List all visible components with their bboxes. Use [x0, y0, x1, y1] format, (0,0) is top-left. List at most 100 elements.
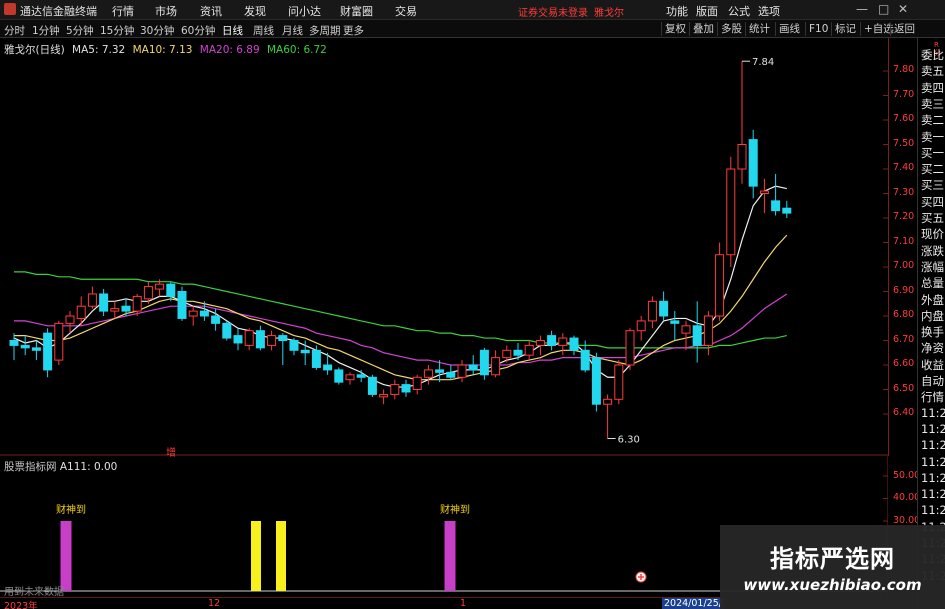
candle-down[interactable] — [692, 325, 702, 346]
signal-bar-magenta[interactable] — [60, 521, 72, 591]
candle-down[interactable] — [547, 335, 557, 346]
candle-down[interactable] — [311, 349, 321, 368]
candle-up[interactable] — [625, 330, 635, 366]
candle-down[interactable] — [580, 349, 590, 371]
trade-login-warning[interactable]: 证券交易未登录 — [518, 4, 588, 19]
candle-up[interactable] — [726, 168, 736, 256]
tool-adjust[interactable]: 复权 — [661, 22, 689, 36]
tool-draw-line[interactable]: 画线 — [775, 22, 803, 36]
quote-row-label[interactable]: 总量 — [921, 275, 944, 291]
quote-row-label[interactable]: 收益 — [921, 357, 944, 373]
signal-bar-yellow[interactable] — [276, 521, 286, 591]
candle-down[interactable] — [591, 357, 601, 405]
quote-row-label[interactable]: 11:2 — [921, 471, 945, 485]
quote-row-label[interactable]: 买四 — [921, 194, 944, 210]
period-weekly[interactable]: 周线 — [253, 23, 274, 38]
candle-down[interactable] — [233, 335, 243, 344]
period-60min[interactable]: 60分钟 — [181, 23, 215, 38]
candle-up[interactable] — [110, 308, 120, 312]
candle-up[interactable] — [267, 335, 277, 346]
quote-row-label[interactable]: 内盘 — [921, 308, 944, 324]
candle-up[interactable] — [614, 364, 624, 400]
candle-up[interactable] — [737, 144, 747, 170]
candle-up[interactable] — [491, 357, 501, 376]
candle-up[interactable] — [143, 286, 153, 300]
candle-up[interactable] — [65, 315, 75, 324]
period-30min[interactable]: 30分钟 — [140, 23, 174, 38]
candle-up[interactable] — [457, 364, 467, 378]
quote-row-label[interactable]: 自动 — [921, 373, 944, 389]
candle-down[interactable] — [43, 332, 53, 371]
period-5min[interactable]: 5分钟 — [66, 23, 94, 38]
menu-news[interactable]: 资讯 — [200, 3, 222, 19]
quote-row-label[interactable]: 买三 — [921, 177, 944, 193]
candle-down[interactable] — [166, 283, 176, 297]
quote-row-label[interactable]: 净资 — [921, 340, 944, 356]
candle-down[interactable] — [659, 300, 669, 317]
period-intraday[interactable]: 分时 — [4, 23, 25, 38]
tool-mark[interactable]: 标记 — [831, 22, 859, 36]
period-daily[interactable]: 日线 — [222, 23, 243, 38]
candlestick-chart[interactable]: 7.84 6.30 — [0, 38, 888, 456]
candle-down[interactable] — [435, 369, 445, 373]
candle-down[interactable] — [771, 200, 781, 212]
candle-down[interactable] — [446, 371, 456, 378]
candle-down[interactable] — [99, 293, 109, 312]
menu-trade[interactable]: 交易 — [395, 3, 417, 19]
quote-row-label[interactable]: 委比 — [921, 47, 944, 63]
quote-row-label[interactable]: 11:2 — [921, 422, 945, 436]
quote-row-label[interactable]: 11:2 — [921, 503, 945, 517]
candle-up[interactable] — [345, 374, 355, 381]
quote-row-label[interactable]: 行情 — [921, 389, 944, 405]
period-more[interactable]: 更多 — [343, 23, 364, 38]
minimize-button[interactable]: — — [856, 2, 868, 16]
period-15min[interactable]: 15分钟 — [100, 23, 134, 38]
candle-down[interactable] — [356, 374, 366, 378]
candle-down[interactable] — [199, 310, 209, 317]
candle-down[interactable] — [300, 349, 310, 354]
candle-up[interactable] — [244, 330, 254, 346]
menu-market[interactable]: 市场 — [155, 3, 177, 19]
menu-options[interactable]: 选项 — [758, 3, 780, 19]
menu-layout[interactable]: 版面 — [696, 3, 718, 19]
candle-up[interactable] — [87, 293, 97, 307]
candle-down[interactable] — [9, 340, 19, 346]
candle-up[interactable] — [412, 376, 422, 390]
quote-row-label[interactable]: 买二 — [921, 161, 944, 177]
candle-up[interactable] — [379, 393, 389, 398]
menu-discover[interactable]: 发现 — [244, 3, 266, 19]
quote-row-label[interactable]: 11:2 — [921, 455, 945, 469]
menu-ask-xiaoda[interactable]: 问小达 — [288, 3, 321, 19]
candle-down[interactable] — [782, 207, 792, 214]
candle-down[interactable] — [569, 337, 579, 351]
close-button[interactable]: ✕ — [898, 2, 908, 16]
quote-row-label[interactable]: 11:2 — [921, 487, 945, 501]
maximize-button[interactable]: □ — [878, 2, 889, 16]
quote-row-label[interactable]: 涨幅 — [921, 259, 944, 275]
tool-overlay[interactable]: 叠加 — [689, 22, 717, 36]
quote-row-label[interactable]: 买五 — [921, 210, 944, 226]
candle-down[interactable] — [479, 349, 489, 376]
quote-row-label[interactable]: 卖四 — [921, 80, 944, 96]
candle-down[interactable] — [278, 335, 288, 342]
candle-up[interactable] — [390, 384, 400, 395]
quote-row-label[interactable]: 换手 — [921, 324, 944, 340]
candle-up[interactable] — [76, 305, 86, 319]
candle-up[interactable] — [703, 315, 713, 346]
candle-up[interactable] — [715, 254, 725, 317]
quote-row-label[interactable]: 现价 — [921, 226, 944, 242]
candle-up[interactable] — [132, 295, 142, 312]
tool-back[interactable]: 返回 — [890, 22, 918, 36]
candle-up[interactable] — [524, 344, 534, 356]
candle-down[interactable] — [670, 320, 680, 324]
candle-up[interactable] — [558, 337, 568, 346]
candle-up[interactable] — [535, 340, 545, 346]
candle-up[interactable] — [423, 369, 433, 378]
candle-down[interactable] — [513, 349, 523, 356]
candle-down[interactable] — [367, 376, 377, 395]
candle-down[interactable] — [255, 330, 265, 349]
candle-up[interactable] — [502, 349, 512, 359]
menu-function[interactable]: 功能 — [666, 3, 688, 19]
tool-statistics[interactable]: 统计 — [745, 22, 773, 36]
candle-up[interactable] — [759, 190, 769, 195]
